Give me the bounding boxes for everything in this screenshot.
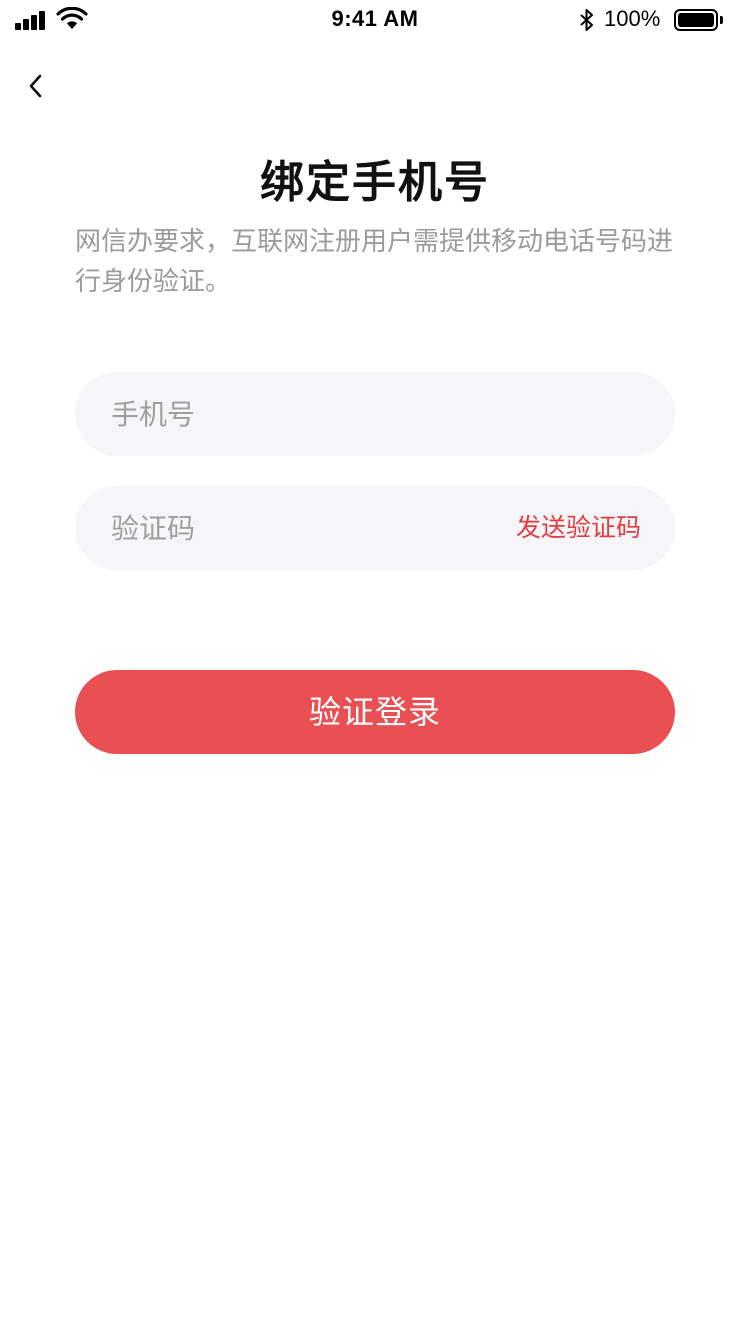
battery-icon (674, 9, 718, 31)
battery-percentage: 100% (604, 6, 661, 31)
battery-level-fill (678, 13, 714, 27)
bluetooth-icon (580, 9, 593, 31)
verification-code-input[interactable] (111, 486, 491, 570)
back-button[interactable] (18, 64, 58, 108)
status-bar: 9:41 AM 100% (0, 0, 750, 40)
bind-phone-screen: 9:41 AM 100% 绑定手机号 网信办要求，互联网注册用户需提供移动电话号… (0, 0, 750, 1334)
battery-cap (720, 16, 723, 24)
phone-input[interactable] (111, 372, 491, 456)
page-subtitle: 网信办要求，互联网注册用户需提供移动电话号码进行身份验证。 (75, 227, 674, 297)
verify-login-button[interactable]: 验证登录 (75, 670, 675, 754)
phone-field-container (75, 372, 675, 456)
page-title: 绑定手机号 (260, 157, 490, 208)
send-code-button[interactable]: 发送验证码 (516, 486, 641, 570)
code-field-container: 发送验证码 (75, 486, 675, 570)
